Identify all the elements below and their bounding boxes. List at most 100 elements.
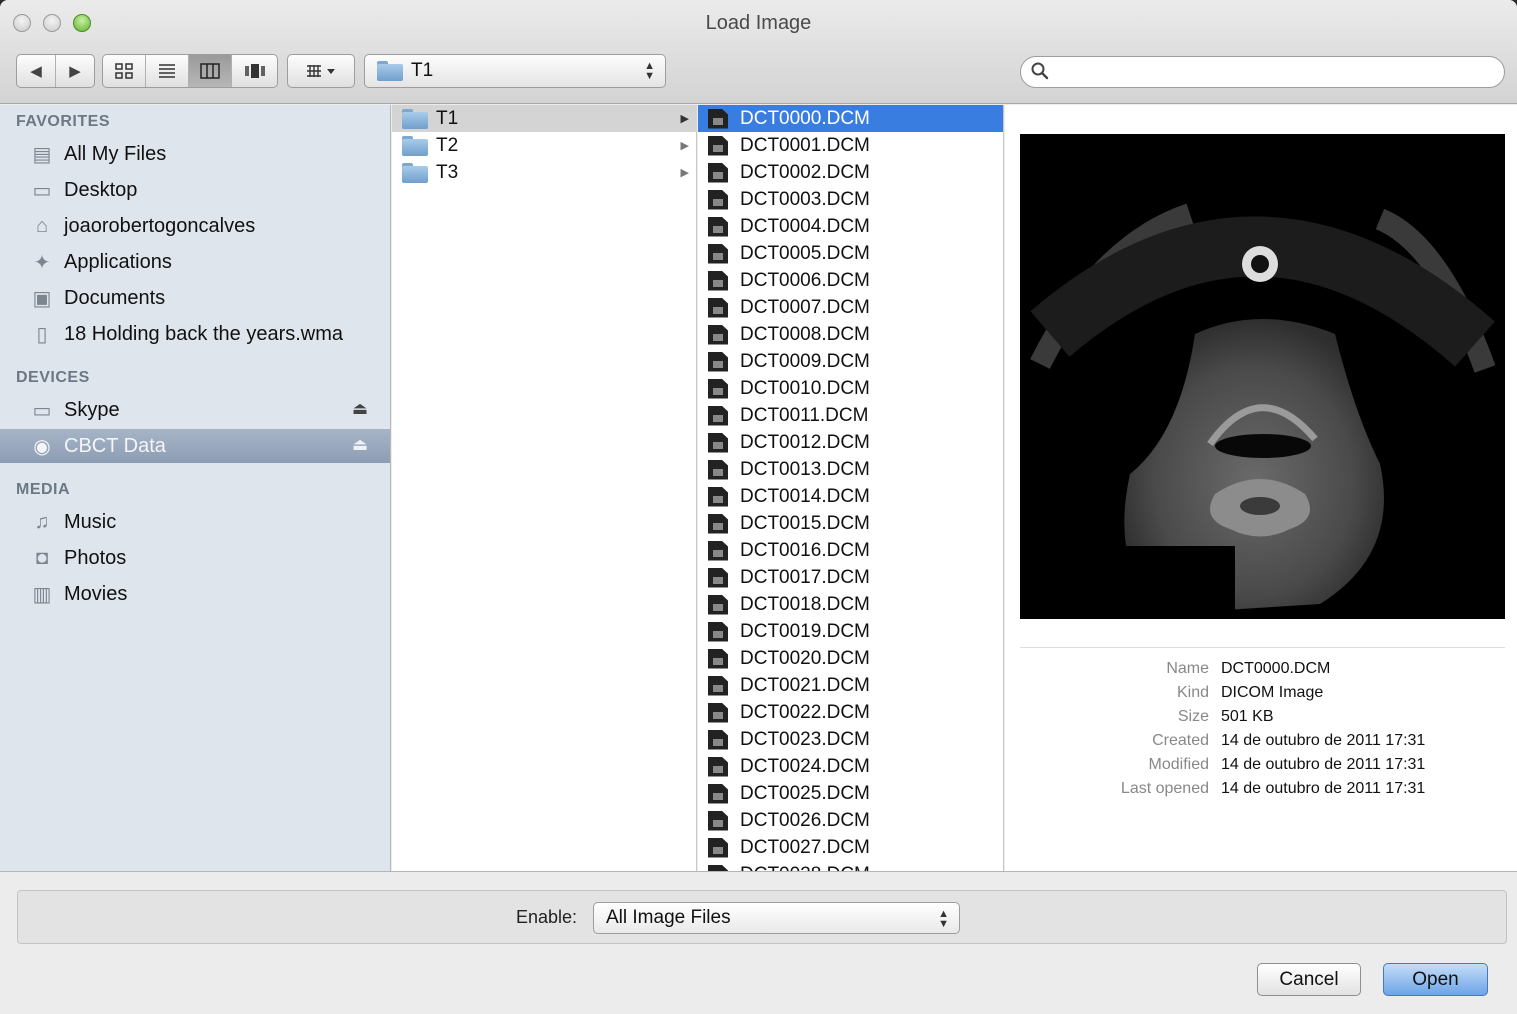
music-icon: ♫ xyxy=(34,510,50,533)
file-row[interactable]: DCT0005.DCM xyxy=(698,240,1003,267)
file-row[interactable]: DCT0004.DCM xyxy=(698,213,1003,240)
path-popup-value: T1 xyxy=(411,60,434,81)
sidebar-item-label: Desktop xyxy=(64,178,138,201)
file-row[interactable]: DCT0022.DCM xyxy=(698,699,1003,726)
back-button[interactable]: ◀ xyxy=(17,55,56,87)
dicom-file-icon xyxy=(708,756,728,777)
open-button[interactable]: Open xyxy=(1383,963,1488,996)
eject-icon[interactable]: ⏏ xyxy=(352,399,368,419)
file-row[interactable]: DCT0015.DCM xyxy=(698,510,1003,537)
sidebar-item[interactable]: ▯ 18 Holding back the years.wma xyxy=(0,317,390,351)
info-label: Name xyxy=(1166,660,1209,677)
file-row[interactable]: DCT0008.DCM xyxy=(698,321,1003,348)
sidebar-item-label: 18 Holding back the years.wma xyxy=(64,322,344,345)
sidebar-item-label: All My Files xyxy=(64,142,167,165)
dicom-file-icon xyxy=(708,702,728,723)
preview-pane: Name DCT0000.DCM Kind DICOM Image Size 501 KB… xyxy=(1005,105,1517,871)
file-row[interactable]: DCT0013.DCM xyxy=(698,456,1003,483)
media-heading: MEDIA xyxy=(16,481,71,498)
file-row[interactable]: DCT0009.DCM xyxy=(698,348,1003,375)
file-row[interactable]: DCT0024.DCM xyxy=(698,753,1003,780)
file-row[interactable]: DCT0012.DCM xyxy=(698,429,1003,456)
sidebar-item[interactable]: ✦ Applications xyxy=(0,245,390,279)
file-name: DCT0008.DCM xyxy=(740,323,870,345)
dicom-file-icon xyxy=(708,432,728,453)
file-name: DCT0001.DCM xyxy=(740,134,870,156)
sidebar-item[interactable]: ▥ Movies xyxy=(0,577,390,611)
folder-row[interactable]: T1 ▶ xyxy=(392,105,697,132)
dicom-file-icon xyxy=(708,567,728,588)
dicom-file-icon xyxy=(708,459,728,480)
file-row[interactable]: DCT0028.DCM xyxy=(698,861,1003,871)
sidebar-item[interactable]: ▭ Desktop xyxy=(0,173,390,207)
sidebar: FAVORITES ▤ All My Files ▭ Desktop ⌂ joaorobe… xyxy=(0,105,391,871)
file-row[interactable]: DCT0019.DCM xyxy=(698,618,1003,645)
updown-arrows-icon: ▲ ▼ xyxy=(644,60,655,82)
sidebar-item[interactable]: ▭ Skype ⏏ xyxy=(0,393,390,427)
icon-view-button[interactable] xyxy=(103,55,146,87)
file-row[interactable]: DCT0001.DCM xyxy=(698,132,1003,159)
search-field[interactable] xyxy=(1020,56,1505,88)
devices-heading: DEVICES xyxy=(16,369,90,386)
dicom-file-icon xyxy=(708,837,728,858)
dicom-file-icon xyxy=(708,243,728,264)
sidebar-item[interactable]: ⌂ joaorobertogoncalves xyxy=(0,209,390,243)
cover-flow-button[interactable] xyxy=(232,55,277,87)
file-row[interactable]: DCT0026.DCM xyxy=(698,807,1003,834)
file-row[interactable]: DCT0018.DCM xyxy=(698,591,1003,618)
sidebar-item-label: Skype xyxy=(64,398,120,421)
file-row[interactable]: DCT0000.DCM xyxy=(698,105,1003,132)
info-value: DCT0000.DCM xyxy=(1221,660,1331,677)
file-row[interactable]: DCT0010.DCM xyxy=(698,375,1003,402)
column-view-button[interactable] xyxy=(189,55,232,87)
path-popup[interactable]: T1 ▲ ▼ xyxy=(364,54,666,88)
dicom-file-icon xyxy=(708,675,728,696)
arrange-button[interactable] xyxy=(287,54,355,88)
file-row[interactable]: DCT0002.DCM xyxy=(698,159,1003,186)
sidebar-item[interactable]: ▤ All My Files xyxy=(0,137,390,171)
folder-row[interactable]: T3 ▶ xyxy=(392,159,697,186)
folder-row[interactable]: T2 ▶ xyxy=(392,132,697,159)
sidebar-item[interactable]: ◉ CBCT Data ⏏ xyxy=(0,429,390,463)
file-name: DCT0003.DCM xyxy=(740,188,870,210)
enable-popup[interactable]: All Image Files ▲ ▼ xyxy=(593,902,960,934)
dicom-file-icon xyxy=(708,810,728,831)
icon-view-icon xyxy=(115,63,133,79)
info-value: 14 de outubro de 2011 17:31 xyxy=(1221,732,1426,749)
all-files-icon: ▤ xyxy=(32,143,52,166)
file-row[interactable]: DCT0007.DCM xyxy=(698,294,1003,321)
disk-icon: ▭ xyxy=(32,399,52,422)
file-row[interactable]: DCT0016.DCM xyxy=(698,537,1003,564)
file-row[interactable]: DCT0025.DCM xyxy=(698,780,1003,807)
arrange-menu[interactable] xyxy=(288,55,354,87)
file-row[interactable]: DCT0017.DCM xyxy=(698,564,1003,591)
info-row: Modified 14 de outubro de 2011 17:31 xyxy=(1005,756,1517,780)
file-row[interactable]: DCT0006.DCM xyxy=(698,267,1003,294)
forward-arrow-icon: ▶ xyxy=(69,63,81,80)
file-row[interactable]: DCT0023.DCM xyxy=(698,726,1003,753)
forward-button[interactable]: ▶ xyxy=(56,55,94,87)
window-title: Load Image xyxy=(705,12,812,34)
file-row[interactable]: DCT0027.DCM xyxy=(698,834,1003,861)
eject-icon[interactable]: ⏏ xyxy=(352,435,368,455)
file-row[interactable]: DCT0003.DCM xyxy=(698,186,1003,213)
sidebar-item[interactable]: ◘ Photos xyxy=(0,541,390,575)
file-row[interactable]: DCT0020.DCM xyxy=(698,645,1003,672)
dicom-file-icon xyxy=(708,351,728,372)
dicom-file-icon xyxy=(708,540,728,561)
file-row[interactable]: DCT0021.DCM xyxy=(698,672,1003,699)
list-view-button[interactable] xyxy=(146,55,189,87)
dicom-file-icon xyxy=(708,135,728,156)
info-row: Size 501 KB xyxy=(1005,708,1517,732)
dicom-file-icon xyxy=(708,594,728,615)
file-row[interactable]: DCT0011.DCM xyxy=(698,402,1003,429)
file-name: DCT0014.DCM xyxy=(740,485,870,507)
sidebar-item[interactable]: ▣ Documents xyxy=(0,281,390,315)
dicom-file-icon xyxy=(708,324,728,345)
file-name: DCT0026.DCM xyxy=(740,809,870,831)
cancel-button[interactable]: Cancel xyxy=(1257,963,1361,996)
search-input[interactable] xyxy=(1057,61,1487,83)
file-name: DCT0016.DCM xyxy=(740,539,870,561)
file-row[interactable]: DCT0014.DCM xyxy=(698,483,1003,510)
sidebar-item[interactable]: ♫ Music xyxy=(0,505,390,539)
